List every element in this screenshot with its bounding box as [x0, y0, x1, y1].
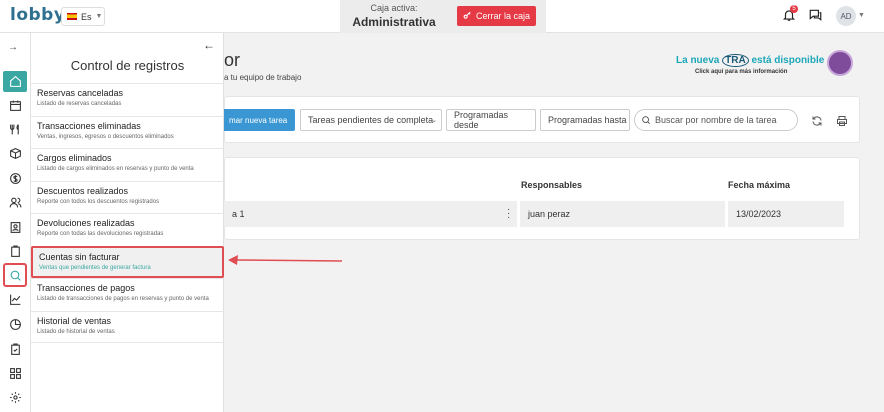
chevron-down-icon: ⌄: [431, 117, 437, 124]
spain-flag-icon: [67, 13, 77, 20]
back-arrow-icon[interactable]: ←: [203, 38, 215, 52]
box-icon[interactable]: [6, 144, 24, 162]
utensils-icon[interactable]: [6, 120, 24, 138]
chevron-down-icon[interactable]: ▼: [858, 12, 865, 19]
users-icon[interactable]: [6, 193, 24, 211]
tra-logo-icon: [827, 50, 853, 76]
menu-item-title: Transacciones eliminadas: [37, 120, 141, 131]
search-icon: [642, 116, 651, 125]
calendar-icon[interactable]: [6, 96, 24, 114]
menu-item-title: Devoluciones realizadas: [37, 218, 135, 228]
chevron-down-icon: ▼: [95, 13, 103, 20]
records-menu: Reservas canceladas Listado de reservas …: [31, 83, 224, 343]
menu-item-title: Transacciones de pagos: [37, 283, 135, 293]
fecha-cell: 13/02/2023: [728, 201, 844, 227]
kebab-menu-icon[interactable]: · · ·: [507, 205, 510, 223]
promo-link[interactable]: Click aquí para más información: [695, 69, 787, 75]
menu-item-subtitle: Ventas, ingresos, egresos o descuentos e…: [37, 133, 174, 140]
programadas-hasta-field[interactable]: Programadas hasta: [540, 109, 630, 131]
settings-icon[interactable]: [6, 388, 24, 406]
promo-text-tra: TRA: [722, 54, 749, 67]
task-filter-value: Tareas pendientes de completa: [308, 115, 434, 125]
language-label: Es: [81, 11, 92, 22]
lobby-logo[interactable]: lobby: [10, 5, 65, 25]
pie-chart-icon[interactable]: [6, 315, 24, 333]
new-task-button[interactable]: mar nueva tarea: [224, 109, 295, 131]
print-icon[interactable]: [836, 114, 848, 126]
pointer-arrow: [228, 255, 343, 265]
caja-label: Caja activa:: [370, 3, 418, 13]
close-register-button[interactable]: Cerrar la caja: [457, 6, 536, 26]
responsable-cell: juan peraz: [520, 201, 725, 227]
search-placeholder: Buscar por nombre de la tarea: [655, 115, 777, 125]
task-search-input[interactable]: Buscar por nombre de la tarea: [634, 109, 798, 131]
menu-item-subtitle: Listado de cargos eliminados en reservas…: [37, 166, 194, 172]
chart-line-icon[interactable]: [6, 290, 24, 308]
menu-item-subtitle: Reporte con todos los descuentos registr…: [37, 198, 160, 205]
menu-item-subtitle: Listado de transacciones de pagos en res…: [37, 296, 209, 302]
top-bar: lobby Es ▼ Caja activa: Administrativa C…: [0, 0, 884, 33]
refresh-icon[interactable]: [811, 114, 823, 126]
menu-item-title: Historial de ventas: [37, 315, 112, 326]
menu-item-reservas-canceladas[interactable]: Reservas canceladas Listado de reservas …: [31, 83, 224, 116]
menu-item-subtitle: Listado de historial de ventas: [37, 328, 115, 335]
table-row[interactable]: a 1: [224, 201, 517, 227]
promo-headline: La nueva TRA está disponible: [676, 54, 825, 67]
promo-banner[interactable]: La nueva TRA está disponible Click aquí …: [670, 50, 860, 84]
grid-icon[interactable]: [6, 364, 24, 382]
promo-text-a: La nueva: [676, 55, 720, 66]
active-cash-register: Caja activa: Administrativa Cerrar la ca…: [340, 0, 546, 33]
task-name-cell: a 1: [232, 209, 245, 219]
menu-item-descuentos-realizados[interactable]: Descuentos realizados Reporte con todos …: [31, 180, 224, 214]
clipboard-check-icon[interactable]: [6, 340, 24, 358]
menu-item-devoluciones-realizadas[interactable]: Devoluciones realizadas Reporte con toda…: [31, 213, 224, 246]
menu-item-title: Descuentos realizados: [37, 185, 129, 196]
clipboard-icon[interactable]: [6, 242, 24, 260]
menu-item-cuentas-sin-facturar[interactable]: Cuentas sin facturar Ventas que pendient…: [31, 245, 224, 278]
dollar-icon[interactable]: [6, 169, 24, 187]
panel-title: Control de registros: [70, 58, 185, 73]
menu-item-subtitle: Ventas que pendientes de generar factura: [39, 264, 151, 271]
tasks-table: [224, 157, 860, 240]
header-fecha-maxima: Fecha máxima: [728, 180, 791, 190]
collapse-icon[interactable]: →: [8, 42, 18, 53]
menu-item-transacciones-de-pagos[interactable]: Transacciones de pagos Listado de transa…: [31, 278, 224, 311]
programadas-desde-field[interactable]: Programadas desde: [446, 109, 536, 131]
chat-icon[interactable]: [808, 8, 823, 22]
caja-value: Administrativa: [352, 15, 436, 29]
home-icon[interactable]: [3, 71, 27, 92]
menu-item-historial-de-ventas[interactable]: Historial de ventas Listado de historial…: [31, 310, 224, 343]
page-subtitle: a tu equipo de trabajo: [224, 73, 302, 82]
promo-text-c: está disponible: [751, 55, 825, 66]
records-control-panel: ← Control de registros Reservas cancelad…: [31, 33, 224, 412]
language-select[interactable]: Es ▼: [61, 7, 105, 26]
menu-item-title: Cuentas sin facturar: [39, 251, 120, 262]
search-icon[interactable]: [3, 263, 27, 287]
task-filter-select[interactable]: Tareas pendientes de completa ⌄: [300, 109, 442, 131]
contact-book-icon[interactable]: [6, 218, 24, 236]
icon-rail: →: [0, 33, 31, 412]
header-responsables: Responsables: [521, 180, 583, 190]
menu-item-transacciones-eliminadas[interactable]: Transacciones eliminadas Ventas, ingreso…: [31, 115, 224, 149]
menu-item-subtitle: Listado de reservas canceladas: [37, 101, 122, 107]
menu-item-title: Reservas canceladas: [37, 88, 124, 98]
menu-item-subtitle: Reporte con todas las devoluciones regis…: [37, 231, 164, 237]
key-icon: [463, 11, 472, 22]
user-avatar[interactable]: AD: [836, 6, 856, 26]
notification-badge: 5: [790, 5, 798, 13]
menu-item-cargos-eliminados[interactable]: Cargos eliminados Listado de cargos elim…: [31, 148, 224, 181]
menu-item-title: Cargos eliminados: [37, 153, 112, 163]
page-title: or: [224, 50, 241, 70]
close-register-label: Cerrar la caja: [475, 11, 531, 21]
